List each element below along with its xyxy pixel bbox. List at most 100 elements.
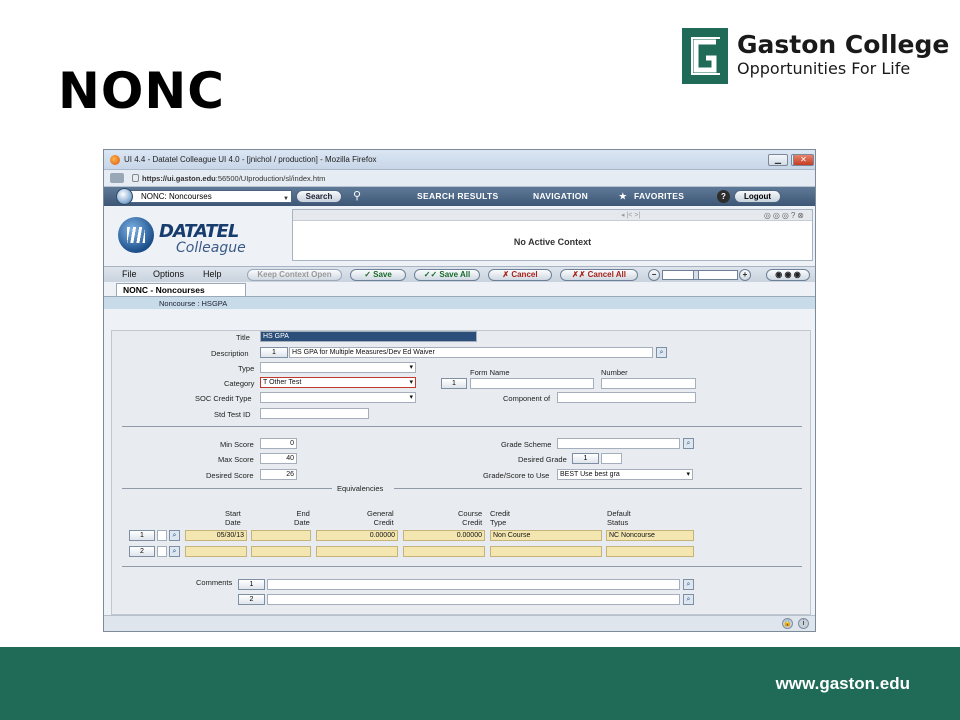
zoom-slider[interactable] xyxy=(662,270,738,280)
zoom-out-button[interactable]: − xyxy=(648,269,660,281)
slide-title: NONC xyxy=(58,62,225,120)
equivalency-row-check-1[interactable] xyxy=(157,530,167,541)
desired-grade-seq-button[interactable]: 1 xyxy=(572,453,599,464)
number-label: Number xyxy=(601,368,628,377)
brand-line-1: DATATEL xyxy=(159,221,239,242)
browser-titlebar: UI 4.4 - Datatel Colleague UI 4.0 - [jni… xyxy=(104,150,815,170)
grade-scheme-field[interactable] xyxy=(557,438,680,449)
desired-grade-label: Desired Grade xyxy=(518,455,567,464)
start-date-field[interactable]: 05/30/13 xyxy=(185,530,247,541)
comment-seq-1[interactable]: 1 xyxy=(238,579,265,590)
record-key: Noncourse : HSGPA xyxy=(159,299,228,308)
equivalency-row-seq-1[interactable]: 1 xyxy=(129,530,155,541)
title-field[interactable]: HS GPA xyxy=(260,331,477,342)
help-icon[interactable]: ? xyxy=(717,190,730,203)
std-test-id-field[interactable] xyxy=(260,408,369,419)
gaston-logo-mark-icon xyxy=(682,28,728,84)
nonc-form: Title HS GPA Description 1 HS GPA for Mu… xyxy=(111,330,811,615)
equivalencies-rule-right xyxy=(394,488,802,489)
cancel-all-button[interactable]: ✗✗ Cancel All xyxy=(560,269,638,281)
info-icon[interactable]: i xyxy=(798,618,809,629)
zoom-slider-knob[interactable] xyxy=(693,270,699,280)
number-field[interactable] xyxy=(601,378,696,389)
general-credit-field[interactable] xyxy=(316,546,398,557)
grade-score-to-use-label: Grade/Score to Use xyxy=(483,471,550,480)
equivalency-row-seq-2[interactable]: 2 xyxy=(129,546,155,557)
logo-tagline: Opportunities For Life xyxy=(737,59,911,78)
navigation-link[interactable]: NAVIGATION xyxy=(533,191,588,201)
logo-name: Gaston College xyxy=(737,30,950,59)
favorites-link[interactable]: FAVORITES xyxy=(634,191,684,201)
cancel-button[interactable]: ✗ Cancel xyxy=(488,269,552,281)
chevron-down-icon: ▼ xyxy=(283,196,289,202)
min-score-field[interactable]: 0 xyxy=(260,438,297,449)
equivalencies-rule-left xyxy=(122,488,332,489)
mnemonic-select[interactable]: NONC: Noncourses ▼ xyxy=(122,190,292,203)
magnify-icon[interactable]: ⚲ xyxy=(353,189,361,202)
form-name-seq-button[interactable]: 1 xyxy=(441,378,467,389)
equivalency-row-check-2[interactable] xyxy=(157,546,167,557)
section-divider xyxy=(122,566,802,567)
general-credit-field[interactable]: 0.00000 xyxy=(316,530,398,541)
search-results-link[interactable]: SEARCH RESULTS xyxy=(417,191,499,201)
category-select[interactable]: T Other Test xyxy=(260,377,416,388)
search-button[interactable]: Search xyxy=(296,190,342,203)
minimize-button[interactable]: ▁ xyxy=(768,154,788,166)
default-status-field[interactable]: NC Noncourse xyxy=(606,530,694,541)
context-nav-arrows[interactable]: ◂ |< >| xyxy=(621,211,640,219)
credit-type-field[interactable] xyxy=(490,546,602,557)
comment-field-2[interactable] xyxy=(267,594,680,605)
description-seq-button[interactable]: 1 xyxy=(260,347,288,358)
min-score-label: Min Score xyxy=(220,440,254,449)
max-score-field[interactable]: 40 xyxy=(260,453,297,464)
context-tool-icons[interactable]: ◎◎◎?⊗ xyxy=(764,211,806,220)
form-name-field[interactable] xyxy=(470,378,594,389)
window-tools-icon[interactable]: ◉ ◉ ◉ xyxy=(766,269,810,281)
comment-lookup-icon[interactable]: ⌕ xyxy=(683,579,694,590)
component-of-field[interactable] xyxy=(557,392,696,403)
comment-seq-2[interactable]: 2 xyxy=(238,594,265,605)
footer-url[interactable]: www.gaston.edu xyxy=(776,674,910,694)
default-status-field[interactable] xyxy=(606,546,694,557)
keep-context-open-button[interactable]: Keep Context Open xyxy=(247,269,342,281)
grade-scheme-lookup-icon[interactable]: ⌕ xyxy=(683,438,694,449)
save-all-button[interactable]: ✓✓ Save All xyxy=(414,269,480,281)
lock-status-icon: 🔒 xyxy=(782,618,793,629)
course-credit-field[interactable]: 0.00000 xyxy=(403,530,485,541)
grade-scheme-label: Grade Scheme xyxy=(501,440,552,449)
folder-icon[interactable] xyxy=(110,173,124,183)
col-credit-type: Credit Type xyxy=(490,509,511,527)
credit-type-field[interactable]: Non Course xyxy=(490,530,602,541)
zoom-in-button[interactable]: + xyxy=(739,269,751,281)
firefox-icon xyxy=(110,155,120,165)
comment-lookup-icon[interactable]: ⌕ xyxy=(683,594,694,605)
start-date-field[interactable] xyxy=(185,546,247,557)
max-score-label: Max Score xyxy=(218,455,254,464)
detail-icon[interactable]: ⌕ xyxy=(169,530,180,541)
logout-button[interactable]: Logout xyxy=(734,190,781,203)
end-date-field[interactable] xyxy=(251,546,311,557)
brand-line-2: Colleague xyxy=(176,240,246,256)
close-window-button[interactable]: ✕ xyxy=(793,154,814,166)
desired-grade-field[interactable] xyxy=(601,453,622,464)
tab-nonc-noncourses[interactable]: NONC - Noncourses xyxy=(116,283,246,296)
std-test-id-label: Std Test ID xyxy=(214,410,251,419)
col-general-credit: General Credit xyxy=(367,509,394,527)
comment-field-1[interactable] xyxy=(267,579,680,590)
type-select[interactable] xyxy=(260,362,416,373)
desired-score-field[interactable]: 26 xyxy=(260,469,297,480)
description-field[interactable]: HS GPA for Multiple Measures/Dev Ed Waiv… xyxy=(289,347,653,358)
url-field[interactable]: https://ui.gaston.edu:56500/UIproduction… xyxy=(142,174,325,183)
grade-score-to-use-select[interactable]: BEST Use best gra xyxy=(557,469,693,480)
save-button[interactable]: ✓ Save xyxy=(350,269,406,281)
comments-label: Comments xyxy=(196,578,233,587)
menu-help[interactable]: Help xyxy=(203,269,222,279)
soc-credit-type-select[interactable] xyxy=(260,392,416,403)
menu-file[interactable]: File xyxy=(122,269,137,279)
detail-icon[interactable]: ⌕ xyxy=(169,546,180,557)
end-date-field[interactable] xyxy=(251,530,311,541)
course-credit-field[interactable] xyxy=(403,546,485,557)
menu-options[interactable]: Options xyxy=(153,269,184,279)
detail-lookup-icon[interactable]: ⌕ xyxy=(656,347,667,358)
category-label: Category xyxy=(224,379,255,388)
